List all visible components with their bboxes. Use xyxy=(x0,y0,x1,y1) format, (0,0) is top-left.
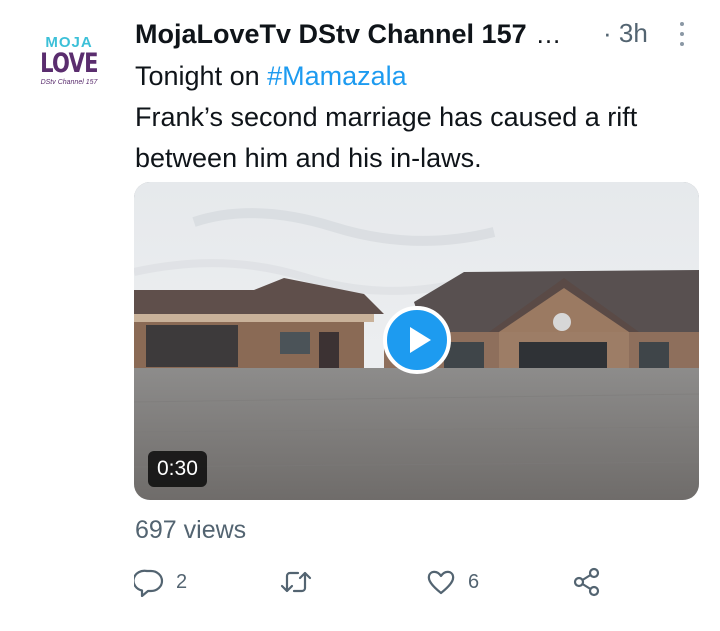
view-count: 697 views xyxy=(135,516,247,544)
share-icon xyxy=(573,567,600,597)
like-icon xyxy=(427,570,455,595)
more-options-icon[interactable] xyxy=(677,22,687,46)
avatar-logo-main: LOVE xyxy=(40,48,98,79)
play-button[interactable] xyxy=(383,306,451,374)
tweet-header: MojaLoveTv DStv Channel 157 ... · 3h xyxy=(135,16,705,52)
like-button[interactable]: 6 xyxy=(426,562,479,602)
hashtag-link[interactable]: #Mamazala xyxy=(267,61,407,91)
timestamp[interactable]: · 3h xyxy=(603,18,648,49)
avatar-logo-sub: DStv Channel 157 xyxy=(40,79,98,86)
video-duration: 0:30 xyxy=(148,451,207,487)
author-name[interactable]: MojaLoveTv DStv Channel 157 xyxy=(135,19,527,50)
retweet-icon xyxy=(280,571,312,593)
retweet-button[interactable] xyxy=(280,562,312,602)
tweet-card[interactable]: MOJA LOVE DStv Channel 157 MojaLoveTv DS… xyxy=(0,0,720,631)
tweet-line-2: Frank’s second marriage has caused a rif… xyxy=(135,102,638,173)
reply-button[interactable]: 2 xyxy=(134,562,187,602)
action-bar: 2 6 xyxy=(134,562,614,602)
share-button[interactable] xyxy=(572,562,602,602)
tweet-text-prefix: Tonight on xyxy=(135,61,268,91)
avatar[interactable]: MOJA LOVE DStv Channel 157 xyxy=(26,18,112,104)
reply-icon xyxy=(134,569,164,597)
reply-count: 2 xyxy=(176,570,188,593)
tweet-line-1: Tonight on #Mamazala xyxy=(135,56,705,97)
name-truncation: ... xyxy=(536,18,562,49)
tweet-text: Tonight on #Mamazala Frank’s second marr… xyxy=(135,56,705,179)
like-count: 6 xyxy=(468,570,480,593)
play-icon xyxy=(409,327,431,353)
